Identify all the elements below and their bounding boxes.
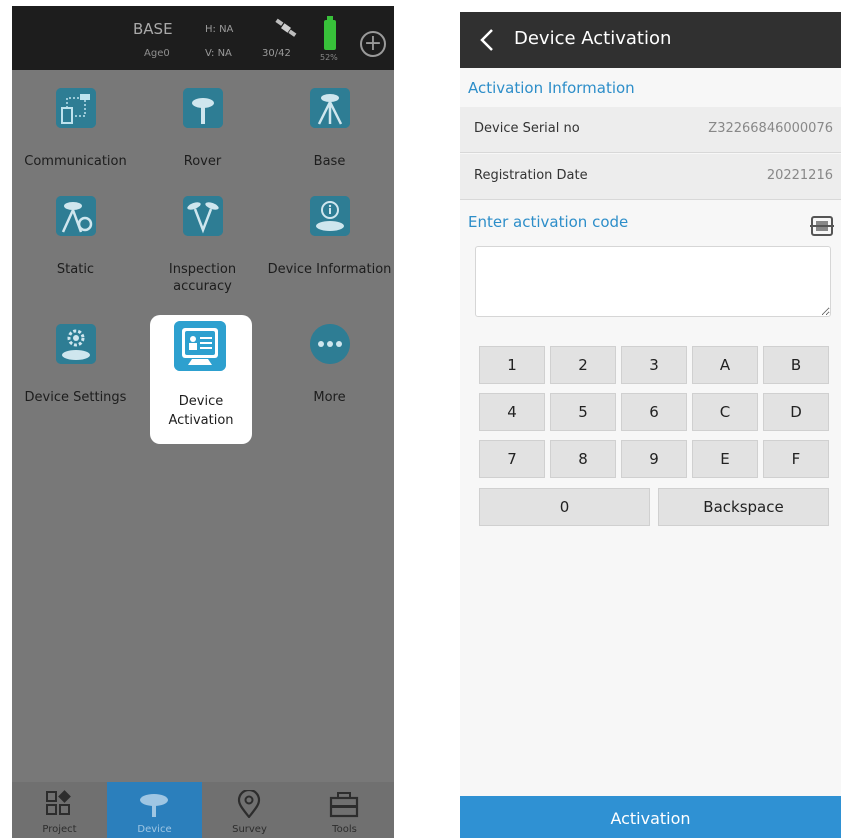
menu-more[interactable]: More <box>266 324 393 424</box>
device-icon <box>140 794 168 817</box>
device-menu-screen: BASE Age0 H: NA V: NA 30/42 52% + Commun… <box>12 6 394 838</box>
menu-static[interactable]: Static <box>12 196 139 306</box>
status-bar: BASE Age0 H: NA V: NA 30/42 52% + <box>12 6 394 70</box>
key-6[interactable]: 6 <box>621 393 687 431</box>
serial-label: Device Serial no <box>474 121 580 136</box>
key-9[interactable]: 9 <box>621 440 687 478</box>
device-settings-icon <box>56 324 96 364</box>
add-button[interactable]: + <box>360 31 386 57</box>
key-2[interactable]: 2 <box>550 346 616 384</box>
nav-tools[interactable]: Tools <box>297 782 392 838</box>
menu-inspection-accuracy[interactable]: Inspection accuracy <box>139 196 266 306</box>
app-bar: Device Activation <box>460 12 841 68</box>
status-v-accuracy: V: NA <box>205 48 232 59</box>
menu-device-information-label: Device Information <box>267 262 392 277</box>
back-arrow-icon[interactable] <box>476 27 500 53</box>
menu-device-activation[interactable]: Device Activation <box>150 315 252 444</box>
key-8[interactable]: 8 <box>550 440 616 478</box>
device-activation-icon <box>174 321 226 371</box>
menu-device-settings-label: Device Settings <box>24 390 127 405</box>
menu-base-label: Base <box>313 154 346 169</box>
menu-base[interactable]: Base <box>266 88 393 188</box>
serial-row: Device Serial no Z32266846000076 <box>460 107 841 153</box>
menu-communication-label: Communication <box>24 154 127 169</box>
communication-icon <box>56 88 96 128</box>
key-e[interactable]: E <box>692 440 758 478</box>
device-info-icon <box>310 196 350 236</box>
status-satellites: 30/42 <box>262 48 291 59</box>
battery-icon <box>324 16 336 50</box>
registration-row: Registration Date 20221216 <box>460 154 841 200</box>
status-mode: BASE <box>133 20 173 38</box>
menu-inspection-accuracy-label: Inspection accuracy <box>168 262 237 294</box>
key-7[interactable]: 7 <box>479 440 545 478</box>
serial-value: Z32266846000076 <box>708 121 833 136</box>
menu-static-label: Static <box>56 262 95 277</box>
page: BASE Age0 H: NA V: NA 30/42 52% + Commun… <box>0 0 841 838</box>
satellite-icon <box>275 18 297 37</box>
page-title: Device Activation <box>514 28 672 49</box>
bottom-navigation: Project Device Survey Tools <box>12 782 394 838</box>
menu-device-settings[interactable]: Device Settings <box>12 324 139 424</box>
static-icon <box>56 196 96 236</box>
more-icon <box>310 324 350 364</box>
key-d[interactable]: D <box>763 393 829 431</box>
status-age: Age0 <box>144 48 170 59</box>
activation-button[interactable]: Activation <box>460 796 841 838</box>
menu-rover[interactable]: Rover <box>139 88 266 188</box>
nav-device[interactable]: Device <box>107 782 202 838</box>
activation-code-input[interactable] <box>475 246 831 317</box>
project-icon <box>46 790 71 815</box>
survey-icon <box>237 790 261 818</box>
menu-more-label: More <box>313 390 346 405</box>
nav-tools-label: Tools <box>332 824 357 835</box>
key-5[interactable]: 5 <box>550 393 616 431</box>
menu-rover-label: Rover <box>183 154 222 169</box>
key-0[interactable]: 0 <box>479 488 650 526</box>
device-activation-screen: Device Activation Activation Information… <box>460 12 841 838</box>
tools-icon <box>329 792 359 818</box>
menu-communication[interactable]: Communication <box>12 88 139 188</box>
nav-survey-label: Survey <box>232 824 267 835</box>
activation-info-heading: Activation Information <box>468 79 635 97</box>
key-4[interactable]: 4 <box>479 393 545 431</box>
inspection-icon <box>183 196 223 236</box>
enter-code-heading: Enter activation code <box>468 213 629 231</box>
key-f[interactable]: F <box>763 440 829 478</box>
status-h-accuracy: H: NA <box>205 24 234 35</box>
nav-project-label: Project <box>42 824 77 835</box>
key-c[interactable]: C <box>692 393 758 431</box>
nav-survey[interactable]: Survey <box>202 782 297 838</box>
status-battery: 52% <box>320 53 338 62</box>
key-1[interactable]: 1 <box>479 346 545 384</box>
scan-icon[interactable] <box>810 215 834 237</box>
nav-project[interactable]: Project <box>12 782 107 838</box>
registration-label: Registration Date <box>474 168 588 183</box>
key-3[interactable]: 3 <box>621 346 687 384</box>
rover-icon <box>183 88 223 128</box>
key-backspace[interactable]: Backspace <box>658 488 829 526</box>
nav-device-label: Device <box>137 824 172 835</box>
key-b[interactable]: B <box>763 346 829 384</box>
menu-device-information[interactable]: Device Information <box>266 196 393 306</box>
base-tripod-icon <box>310 88 350 128</box>
menu-device-activation-label: Device Activation <box>168 394 234 428</box>
registration-value: 20221216 <box>766 168 833 183</box>
key-a[interactable]: A <box>692 346 758 384</box>
